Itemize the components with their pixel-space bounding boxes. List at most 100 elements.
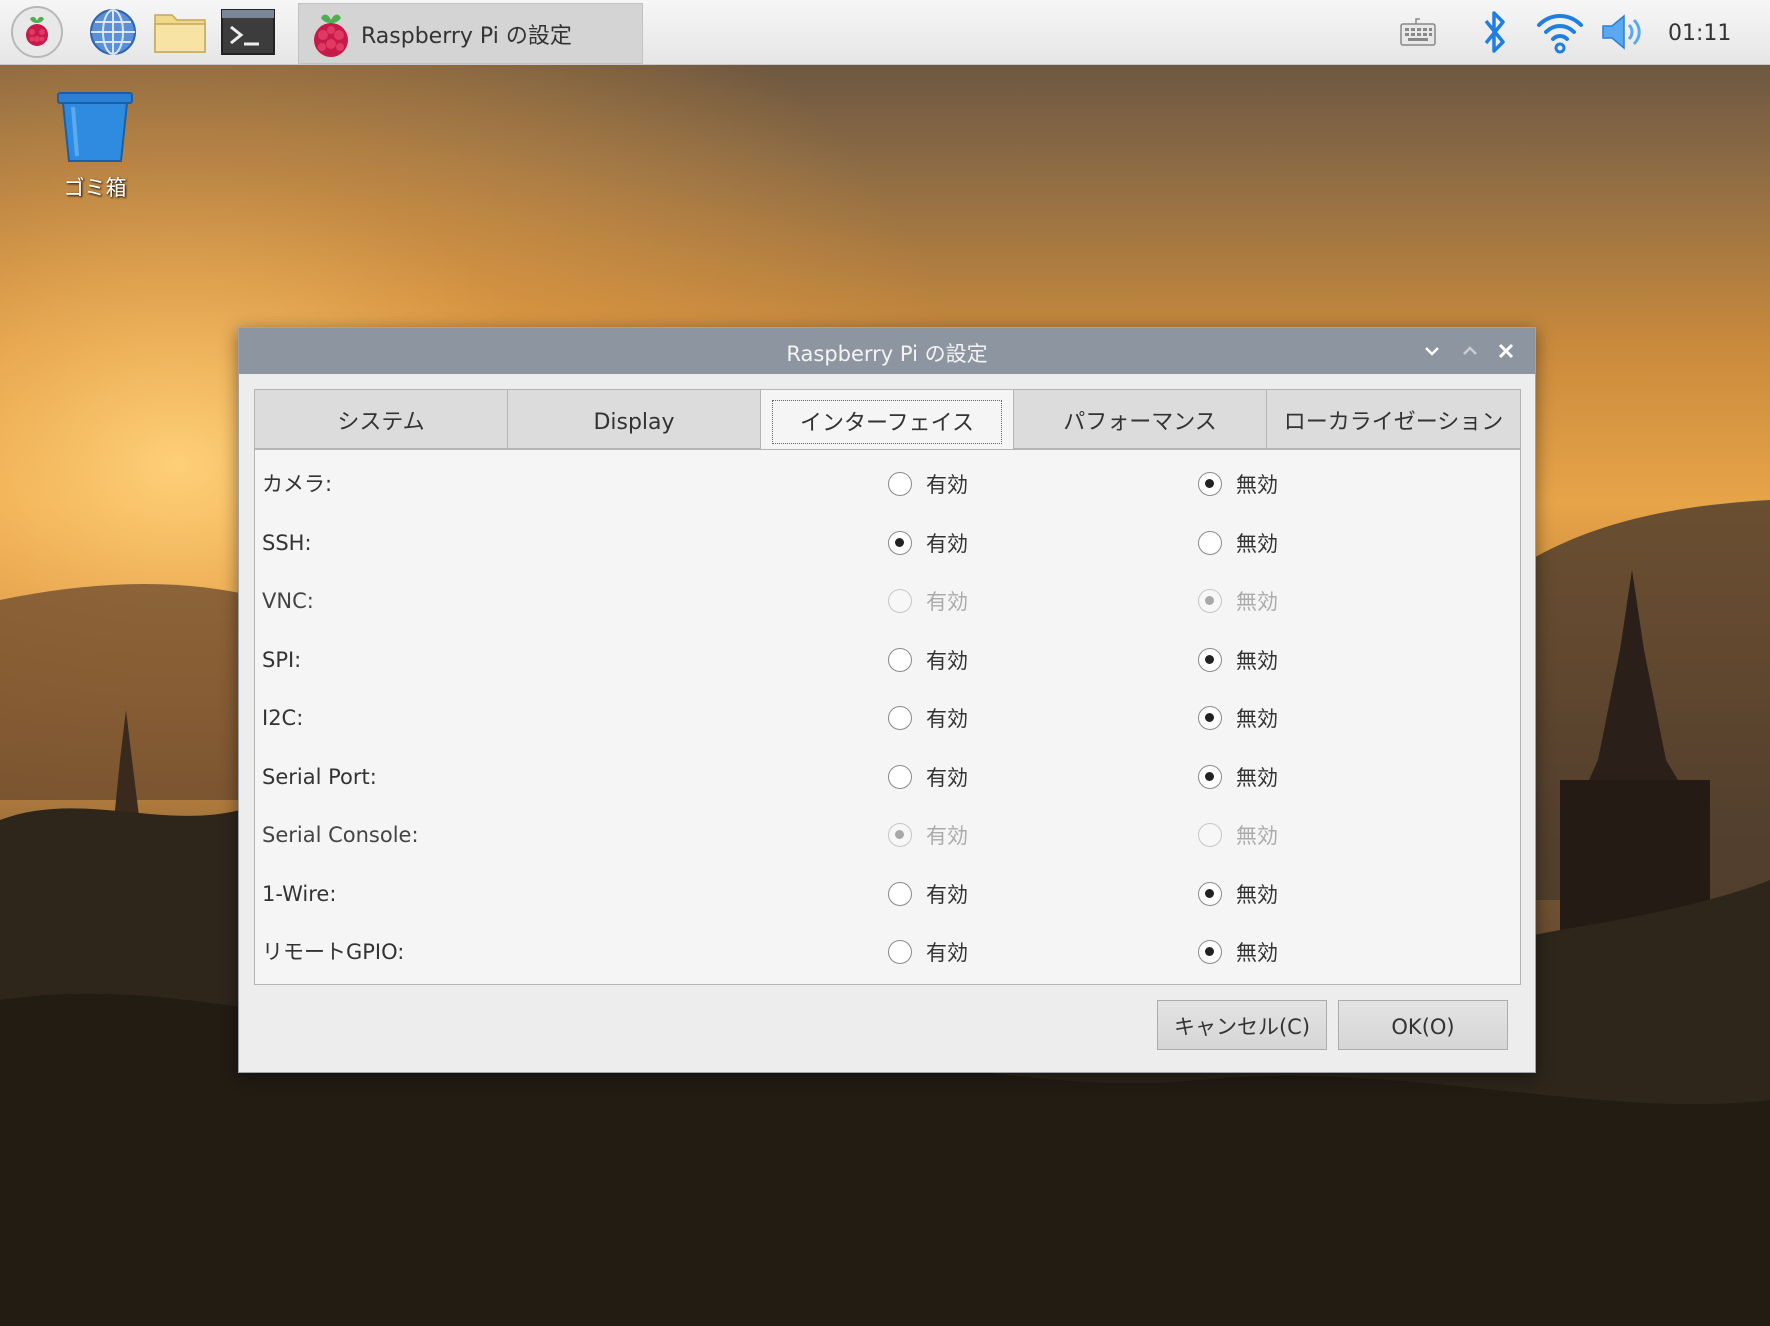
enable-radio-button[interactable] [888,764,912,789]
enable-radio-button [888,823,912,847]
disable-radio-button[interactable] [1198,940,1222,964]
interface-label: VNC: [262,589,314,613]
interface-label: リモートGPIO: [262,940,405,964]
disable-radio-label: 無効 [1236,824,1278,848]
volume-icon [1602,14,1641,50]
disable-radio-button[interactable] [1198,530,1222,555]
enable-radio-button[interactable] [888,530,912,555]
enable-radio-button[interactable] [888,881,912,906]
clock[interactable]: 01:11 [1668,0,1731,64]
enable-radio-option: 有効 [888,802,968,860]
tab-bar: システム Display インターフェイス パフォーマンス ローカライゼーション [254,389,1521,450]
keyboard-icon [1400,18,1436,46]
interface-label: I2C: [262,706,304,730]
disable-radio-option[interactable]: 無効 [1198,744,1278,802]
bluetooth-icon [1484,11,1505,53]
minimize-button[interactable] [1418,337,1446,365]
raspberry-icon [314,14,348,57]
enable-radio-option[interactable]: 有効 [888,685,968,743]
tab-localisation[interactable]: ローカライゼーション [1266,389,1521,449]
dialog-titlebar[interactable]: Raspberry Pi の設定 [239,328,1535,374]
taskbar-window-button[interactable]: Raspberry Pi の設定 [298,3,643,64]
disable-radio-option[interactable]: 無効 [1198,919,1278,977]
close-button[interactable] [1492,337,1520,365]
interface-row: Serial Console: 有効 無効 [255,802,1520,860]
interface-row: SPI: 有効 無効 [255,627,1520,685]
disable-radio-button [1198,589,1222,613]
interface-row: Serial Port: 有効 無効 [255,744,1520,802]
enable-radio-option[interactable]: 有効 [888,919,968,977]
file-manager-button[interactable] [152,6,208,58]
keyboard-tray-button[interactable] [1396,0,1440,64]
enable-radio-button [888,589,912,613]
disable-radio-label: 無効 [1236,473,1278,497]
enable-radio-label: 有効 [926,707,968,731]
enable-radio-option[interactable]: 有効 [888,510,968,568]
taskbar-window-label: Raspberry Pi の設定 [361,23,572,49]
bluetooth-tray-button[interactable] [1475,0,1515,64]
interface-row: SSH: 有効 無効 [255,510,1520,568]
trash-icon [57,92,133,162]
enable-radio-button[interactable] [888,472,912,496]
interface-row: リモートGPIO: 有効 無効 [255,919,1520,977]
dialog-title: Raspberry Pi の設定 [786,342,988,366]
enable-radio-label: 有効 [926,882,968,907]
enable-radio-button[interactable] [888,706,912,730]
enable-radio-option[interactable]: 有効 [888,451,968,509]
enable-radio-label: 有効 [926,941,968,965]
cancel-button[interactable]: キャンセル(C) [1157,1000,1327,1050]
enable-radio-option[interactable]: 有効 [888,861,968,919]
disable-radio-option[interactable]: 無効 [1198,627,1278,685]
disable-radio-label: 無効 [1236,882,1278,907]
enable-radio-option: 有効 [888,568,968,626]
interface-row: 1-Wire: 有効 無効 [255,861,1520,919]
disable-radio-option[interactable]: 無効 [1198,510,1278,568]
enable-radio-option[interactable]: 有効 [888,744,968,802]
raspberry-icon [11,6,63,58]
terminal-button[interactable] [220,6,276,58]
interface-label: Serial Console: [262,823,419,847]
web-browser-button[interactable] [85,6,141,58]
tab-performance[interactable]: パフォーマンス [1013,389,1267,449]
wifi-tray-button[interactable] [1535,0,1585,64]
disable-radio-button[interactable] [1198,706,1222,730]
interface-label: SSH: [262,530,312,555]
interface-label: カメラ: [262,472,333,496]
chevron-up-icon [1463,346,1477,355]
enable-radio-label: 有効 [926,473,968,497]
disable-radio-button[interactable] [1198,472,1222,496]
enable-radio-option[interactable]: 有効 [888,627,968,685]
disable-radio-label: 無効 [1236,648,1278,673]
ok-button[interactable]: OK(O) [1338,1000,1508,1050]
disable-radio-label: 無効 [1236,765,1278,790]
maximize-button[interactable] [1456,337,1484,365]
disable-radio-button[interactable] [1198,647,1222,672]
tab-system[interactable]: システム [254,389,508,449]
settings-dialog: Raspberry Pi の設定 システム Display インターフェイス パ… [238,327,1536,1073]
tab-label: Display [593,410,675,435]
disable-radio-option[interactable]: 無効 [1198,685,1278,743]
trash-desktop-icon[interactable]: ゴミ箱 [52,90,138,202]
disable-radio-option[interactable]: 無効 [1198,451,1278,509]
disable-radio-button[interactable] [1198,764,1222,789]
enable-radio-label: 有効 [926,648,968,673]
interface-row: I2C: 有効 無効 [255,685,1520,743]
folder-icon [154,14,206,53]
enable-radio-button[interactable] [888,647,912,672]
volume-tray-button[interactable] [1598,0,1648,64]
disable-radio-option: 無効 [1198,802,1278,860]
disable-radio-label: 無効 [1236,941,1278,965]
tab-label: インターフェイス [799,411,975,436]
tab-label: ローカライゼーション [1283,410,1504,435]
disable-radio-button[interactable] [1198,881,1222,906]
tab-interfaces[interactable]: インターフェイス [760,389,1014,450]
disable-radio-button [1198,823,1222,847]
interface-row: カメラ: 有効 無効 [255,451,1520,509]
raspberry-menu-button[interactable] [9,6,65,58]
tab-display[interactable]: Display [507,389,761,449]
terminal-icon [221,9,275,55]
enable-radio-label: 有効 [926,531,968,556]
enable-radio-button[interactable] [888,940,912,964]
tab-label: システム [337,410,425,435]
disable-radio-option[interactable]: 無効 [1198,861,1278,919]
